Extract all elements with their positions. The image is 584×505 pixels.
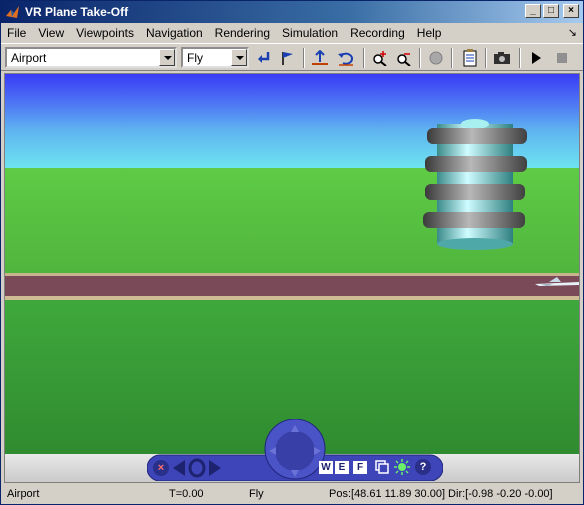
zoom-out-icon — [397, 53, 411, 66]
zoom-in-button[interactable] — [369, 47, 391, 69]
headlight-icon — [429, 51, 443, 65]
go-to-default-viewpoint-icon[interactable] — [188, 458, 206, 478]
viewpoint-select[interactable]: Airport — [5, 47, 177, 68]
return-to-viewpoint-button[interactable] — [253, 47, 275, 69]
straighten-up-icon — [312, 50, 328, 65]
minimize-button[interactable]: _ — [525, 4, 541, 18]
return-to-viewpoint-icon — [258, 52, 270, 63]
matlab-logo-icon — [6, 6, 19, 18]
viewpoint-select-value: Airport — [11, 51, 47, 65]
app-window: VR Plane Take-Off _ □ × File View Viewpo… — [0, 0, 584, 505]
capture-frame-button[interactable] — [491, 47, 513, 69]
menu-recording[interactable]: Recording — [344, 24, 411, 42]
menu-rendering[interactable]: Rendering — [209, 24, 276, 42]
straighten-up-button[interactable] — [309, 47, 331, 69]
menu-viewpoints[interactable]: Viewpoints — [70, 24, 140, 42]
create-viewpoint-button[interactable] — [277, 47, 299, 69]
stop-button[interactable] — [551, 47, 573, 69]
next-viewpoint-icon[interactable] — [209, 460, 221, 476]
help-button[interactable]: ? — [415, 459, 431, 475]
camera-icon — [494, 52, 510, 64]
previous-viewpoint-icon[interactable] — [173, 460, 185, 476]
menu-file[interactable]: File — [1, 24, 32, 42]
nav-arrows[interactable] — [171, 458, 223, 478]
edit-virtual-world-button[interactable] — [459, 47, 481, 69]
headlight-toggle-icon[interactable] — [394, 459, 410, 475]
examine-mode-button[interactable]: E — [335, 461, 349, 474]
stop-icon — [557, 53, 567, 63]
status-time: T=0.00 — [169, 488, 204, 500]
toolbar: Airport Fly — [1, 43, 583, 71]
menu-bar: File View Viewpoints Navigation Renderin… — [1, 23, 583, 43]
virtual-world-canvas[interactable]: × W E F ? — [4, 73, 580, 483]
title-bar[interactable]: VR Plane Take-Off _ □ × — [1, 1, 583, 23]
zoom-in-icon — [373, 51, 387, 66]
viewpoint-list-icon[interactable] — [375, 460, 389, 475]
create-viewpoint-icon — [282, 52, 293, 65]
status-bar: Airport T=0.00 Fly Pos:[48.61 11.89 30.0… — [1, 485, 583, 503]
undo-move-button[interactable] — [335, 47, 357, 69]
menu-view[interactable]: View — [32, 24, 70, 42]
chevron-down-icon[interactable] — [159, 49, 175, 66]
maximize-button[interactable]: □ — [543, 4, 559, 18]
headlight-button[interactable] — [425, 47, 447, 69]
chevron-down-icon[interactable] — [231, 49, 247, 66]
status-viewpoint: Airport — [7, 488, 40, 500]
close-button[interactable]: × — [563, 4, 579, 18]
play-button[interactable] — [525, 47, 547, 69]
navigation-mode-select[interactable]: Fly — [181, 47, 249, 68]
play-icon — [532, 52, 541, 64]
close-panel-button[interactable]: × — [153, 460, 169, 476]
edit-virtual-world-icon — [463, 49, 477, 67]
navigation-mode-value: Fly — [187, 51, 203, 65]
status-navigation-mode: Fly — [249, 488, 264, 500]
undo-move-icon — [338, 52, 354, 66]
dock-arrow-icon[interactable]: ↘ — [568, 26, 577, 39]
menu-simulation[interactable]: Simulation — [276, 24, 344, 42]
zoom-out-button[interactable] — [393, 47, 415, 69]
airplane — [535, 277, 579, 286]
walk-mode-button[interactable]: W — [319, 461, 333, 474]
menu-navigation[interactable]: Navigation — [140, 24, 209, 42]
fly-mode-button[interactable]: F — [353, 461, 367, 474]
window-title: VR Plane Take-Off — [25, 5, 129, 19]
status-position: Pos:[48.61 11.89 30.00] Dir:[-0.98 -0.20… — [329, 488, 553, 500]
runway — [5, 276, 579, 296]
control-tower — [423, 119, 527, 250]
menu-help[interactable]: Help — [411, 24, 448, 42]
